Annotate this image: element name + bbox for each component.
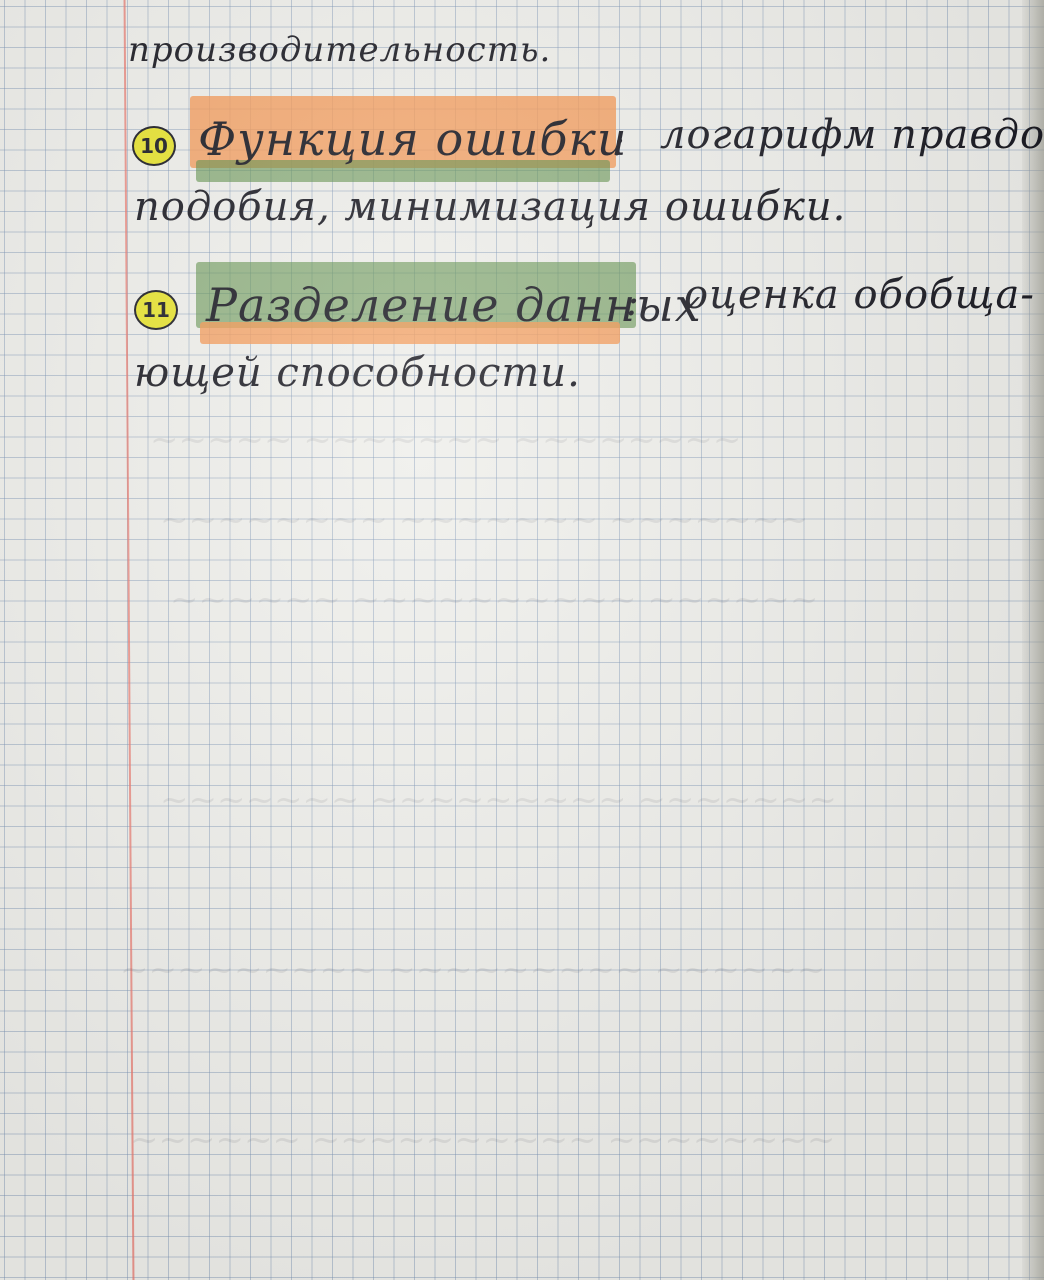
bleed-through-scribble: ~~~~~ ~~~~~~~ ~~~~~~~~ (150, 420, 742, 460)
margin-line (123, 0, 135, 1280)
note-line-continuation: производительность. (128, 30, 552, 70)
bleed-through-scribble: ~~~~~~~ ~~~~~~~~~ ~~~~~~~ (160, 780, 837, 820)
term-colon: : (626, 280, 640, 324)
item-number-badge: 10 (132, 126, 176, 166)
bleed-through-scribble: ~~~~~~~~ ~~~~~~~ ~~~~~~~ (160, 500, 809, 540)
bleed-through-scribble: ~~~~~~~~~ ~~~~~~~~~ ~~~~~~ (120, 950, 826, 990)
definition-text: подобия, минимизация ошибки. (134, 184, 847, 230)
definition-text: оценка обобща- (684, 272, 1035, 318)
bleed-through-scribble: ~~~~~~ ~~~~~~~~~~ ~~~~~~ (170, 580, 819, 620)
definition-text: ющей способности. (134, 350, 581, 396)
notebook-page: ~~~~~ ~~~~~~~ ~~~~~~~~ ~~~~~~~~ ~~~~~~~ … (0, 0, 1044, 1280)
term-label: Функция ошибки (198, 112, 628, 166)
item-number-badge: 11 (134, 290, 178, 330)
definition-text: логарифм правдо- (660, 112, 1044, 158)
term-colon: : (612, 120, 626, 164)
page-edge (1022, 0, 1044, 1280)
bleed-through-scribble: ~~~~~~ ~~~~~~~~~~ ~~~~~~~~ (130, 1120, 836, 1160)
